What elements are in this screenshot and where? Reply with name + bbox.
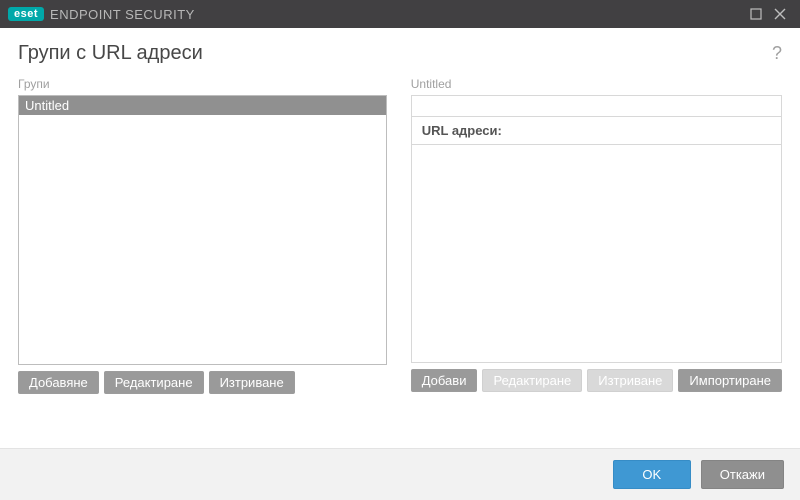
header: Групи с URL адреси ? xyxy=(0,28,800,71)
groups-column: Групи Untitled Добавяне Редактиране Изтр… xyxy=(18,77,387,394)
urls-column: Untitled URL адреси: Добави Редактиране … xyxy=(411,77,782,394)
delete-group-button[interactable]: Изтриване xyxy=(209,371,295,394)
urls-label: Untitled xyxy=(411,77,782,91)
groups-buttons: Добавяне Редактиране Изтриване xyxy=(18,371,387,394)
cancel-button[interactable]: Откажи xyxy=(701,460,784,489)
url-column-header: URL адреси: xyxy=(411,117,782,145)
close-icon[interactable] xyxy=(768,8,792,20)
titlebar: eset ENDPOINT SECURITY xyxy=(0,0,800,28)
list-item[interactable]: Untitled xyxy=(19,96,386,115)
content: Групи Untitled Добавяне Редактиране Изтр… xyxy=(0,71,800,404)
delete-url-button[interactable]: Изтриване xyxy=(587,369,673,392)
edit-group-button[interactable]: Редактиране xyxy=(104,371,204,394)
add-url-button[interactable]: Добави xyxy=(411,369,478,392)
import-url-button[interactable]: Импортиране xyxy=(678,369,782,392)
ok-button[interactable]: OK xyxy=(613,460,691,489)
minimize-icon[interactable] xyxy=(744,8,768,20)
groups-label: Групи xyxy=(18,77,387,91)
add-group-button[interactable]: Добавяне xyxy=(18,371,99,394)
brand-badge: eset xyxy=(8,7,44,21)
product-name: ENDPOINT SECURITY xyxy=(50,7,195,22)
footer: OK Откажи xyxy=(0,448,800,500)
help-icon[interactable]: ? xyxy=(772,43,782,64)
url-filter-input[interactable] xyxy=(411,95,782,117)
url-listbox[interactable] xyxy=(411,145,782,363)
urls-buttons: Добави Редактиране Изтриване Импортиране xyxy=(411,369,782,392)
groups-listbox[interactable]: Untitled xyxy=(18,95,387,365)
edit-url-button[interactable]: Редактиране xyxy=(482,369,582,392)
page-title: Групи с URL адреси xyxy=(18,42,772,65)
